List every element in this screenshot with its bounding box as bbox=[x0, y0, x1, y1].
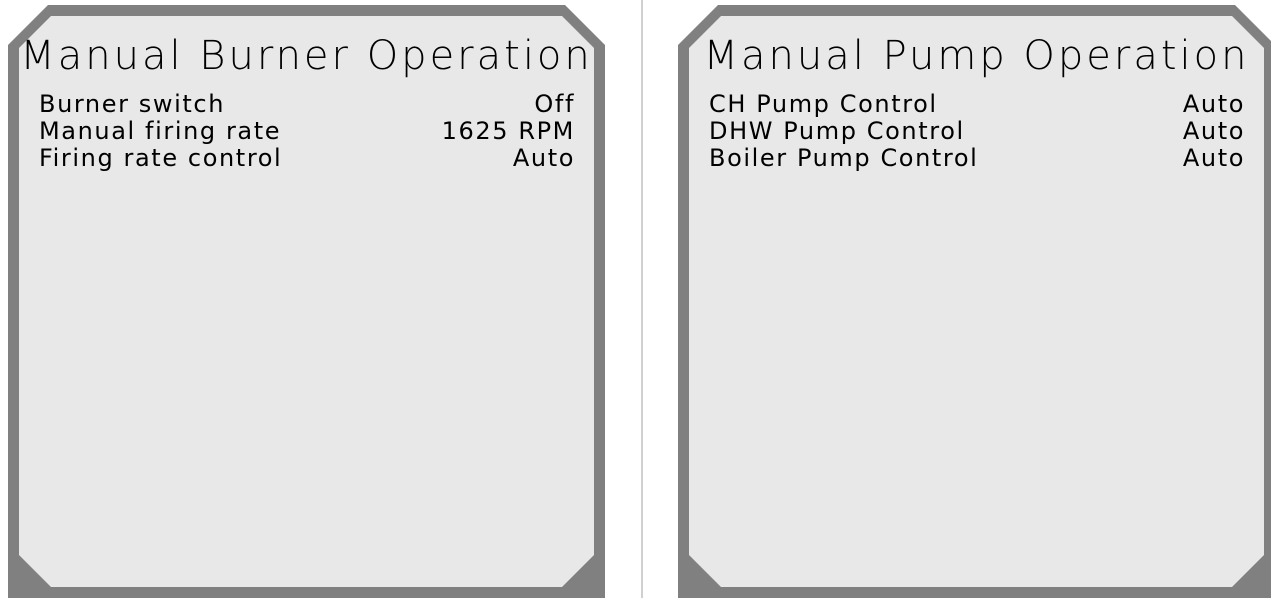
setting-value: Off bbox=[534, 90, 575, 118]
setting-list: Burner switch Off Manual firing rate 162… bbox=[39, 91, 575, 172]
panel-title: Manual Burner Operation bbox=[20, 33, 593, 79]
setting-label: Manual firing rate bbox=[39, 117, 282, 145]
setting-value: Auto bbox=[1182, 144, 1245, 172]
setting-label: Boiler Pump Control bbox=[709, 144, 979, 172]
setting-list: CH Pump Control Auto DHW Pump Control Au… bbox=[709, 91, 1245, 172]
setting-label: CH Pump Control bbox=[709, 90, 938, 118]
setting-value: Auto bbox=[1182, 90, 1245, 118]
panel-divider bbox=[641, 0, 643, 598]
setting-value: Auto bbox=[1182, 117, 1245, 145]
setting-row-burner-switch[interactable]: Burner switch Off bbox=[39, 91, 575, 118]
setting-row-manual-firing-rate[interactable]: Manual firing rate 1625 RPM bbox=[39, 118, 575, 145]
pump-operation-panel: Manual Pump Operation CH Pump Control Au… bbox=[678, 5, 1271, 598]
setting-value: 1625 RPM bbox=[441, 117, 575, 145]
panel-title: Manual Pump Operation bbox=[703, 33, 1250, 79]
setting-row-dhw-pump-control[interactable]: DHW Pump Control Auto bbox=[709, 118, 1245, 145]
setting-label: Burner switch bbox=[39, 90, 226, 118]
setting-row-boiler-pump-control[interactable]: Boiler Pump Control Auto bbox=[709, 145, 1245, 172]
burner-operation-panel: Manual Burner Operation Burner switch Of… bbox=[8, 5, 605, 598]
setting-label: DHW Pump Control bbox=[709, 117, 965, 145]
setting-row-firing-rate-control[interactable]: Firing rate control Auto bbox=[39, 145, 575, 172]
setting-row-ch-pump-control[interactable]: CH Pump Control Auto bbox=[709, 91, 1245, 118]
setting-value: Auto bbox=[512, 144, 575, 172]
setting-label: Firing rate control bbox=[39, 144, 283, 172]
